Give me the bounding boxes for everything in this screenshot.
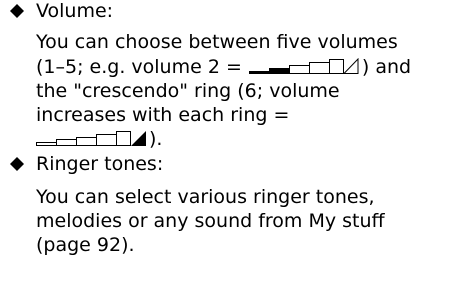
volume-heading: Volume:: [36, 0, 114, 22]
volume-crescendo-icon: [36, 131, 146, 146]
volume-text-line-2-end: ) and: [361, 56, 412, 78]
volume-level-icon: [248, 58, 359, 74]
volume-text-line-1: You can choose between five volumes: [36, 31, 398, 53]
volume-text-line-2: (1–5; e.g. volume 2 = ) and: [36, 55, 411, 79]
ringer-tones-heading: Ringer tones:: [36, 153, 164, 175]
diamond-bullet-icon: [10, 4, 24, 18]
ringer-tones-text-line-2: melodies or any sound from My stuff: [36, 210, 385, 232]
manual-page: Volume: You can choose between five volu…: [0, 0, 453, 296]
volume-text-line-3: the "crescendo" ring (6; volume: [36, 80, 340, 102]
volume-text-line-2-start: (1–5; e.g. volume 2 =: [36, 56, 248, 78]
volume-text-line-5-end: ).: [149, 128, 163, 150]
volume-text-line-4: increases with each ring =: [36, 104, 290, 126]
ringer-tones-text-line-1: You can select various ringer tones,: [36, 186, 375, 208]
volume-text-line-5: ).: [36, 127, 162, 151]
ringer-tones-text-line-3: (page 92).: [36, 234, 135, 256]
diamond-bullet-icon: [10, 157, 24, 171]
